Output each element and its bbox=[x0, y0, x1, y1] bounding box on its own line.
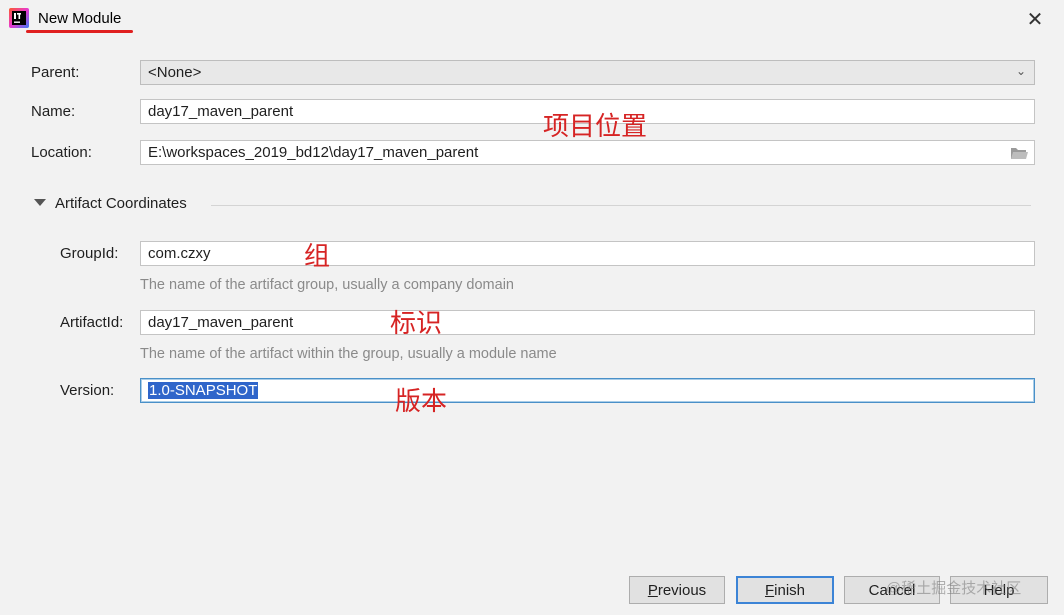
finish-label: inish bbox=[774, 581, 806, 599]
parent-label: Parent: bbox=[31, 64, 80, 81]
folder-icon[interactable] bbox=[1010, 146, 1028, 160]
artifactid-label: ArtifactId: bbox=[60, 314, 124, 331]
groupid-hint: The name of the artifact group, usually … bbox=[140, 277, 514, 293]
watermark: @稀土掘金技术社区 bbox=[886, 580, 1022, 597]
section-divider bbox=[211, 205, 1031, 206]
window-title: New Module bbox=[38, 10, 122, 27]
groupid-input[interactable]: com.czxy bbox=[140, 241, 1035, 266]
previous-label: revious bbox=[657, 581, 707, 599]
parent-select[interactable]: <None> ⌄ bbox=[140, 60, 1035, 85]
version-input[interactable]: 1.0-SNAPSHOT bbox=[140, 378, 1035, 403]
section-title-artifact-coordinates[interactable]: Artifact Coordinates bbox=[55, 195, 187, 212]
close-icon[interactable]: ✕ bbox=[1024, 8, 1046, 31]
location-input[interactable]: E:\workspaces_2019_bd12\day17_maven_pare… bbox=[140, 140, 1035, 165]
chevron-down-icon: ⌄ bbox=[1015, 64, 1026, 78]
collapse-triangle-icon[interactable] bbox=[34, 199, 46, 206]
intellij-icon bbox=[9, 8, 29, 28]
finish-button[interactable]: Finish bbox=[736, 576, 834, 604]
previous-mnemonic: P bbox=[647, 581, 658, 599]
title-underline bbox=[26, 30, 133, 33]
artifactid-value: day17_maven_parent bbox=[148, 314, 294, 331]
annotation-group: 组 bbox=[304, 242, 331, 272]
annotation-version: 版本 bbox=[395, 387, 448, 417]
previous-button[interactable]: Previous bbox=[629, 576, 725, 604]
groupid-label: GroupId: bbox=[60, 245, 119, 262]
artifactid-input[interactable]: day17_maven_parent bbox=[140, 310, 1035, 335]
artifactid-hint: The name of the artifact within the grou… bbox=[140, 346, 557, 362]
name-value: day17_maven_parent bbox=[148, 103, 294, 120]
parent-value: <None> bbox=[148, 64, 202, 81]
finish-mnemonic: F bbox=[764, 581, 775, 599]
name-label: Name: bbox=[31, 103, 76, 120]
groupid-value: com.czxy bbox=[148, 245, 211, 262]
version-label: Version: bbox=[60, 382, 115, 399]
version-value: 1.0-SNAPSHOT bbox=[148, 382, 259, 399]
annotation-identifier: 标识 bbox=[390, 309, 443, 339]
title-bar: New Module ✕ bbox=[0, 0, 1064, 40]
location-label: Location: bbox=[31, 144, 92, 161]
annotation-project-location: 项目位置 bbox=[543, 112, 648, 142]
location-value: E:\workspaces_2019_bd12\day17_maven_pare… bbox=[148, 144, 479, 161]
